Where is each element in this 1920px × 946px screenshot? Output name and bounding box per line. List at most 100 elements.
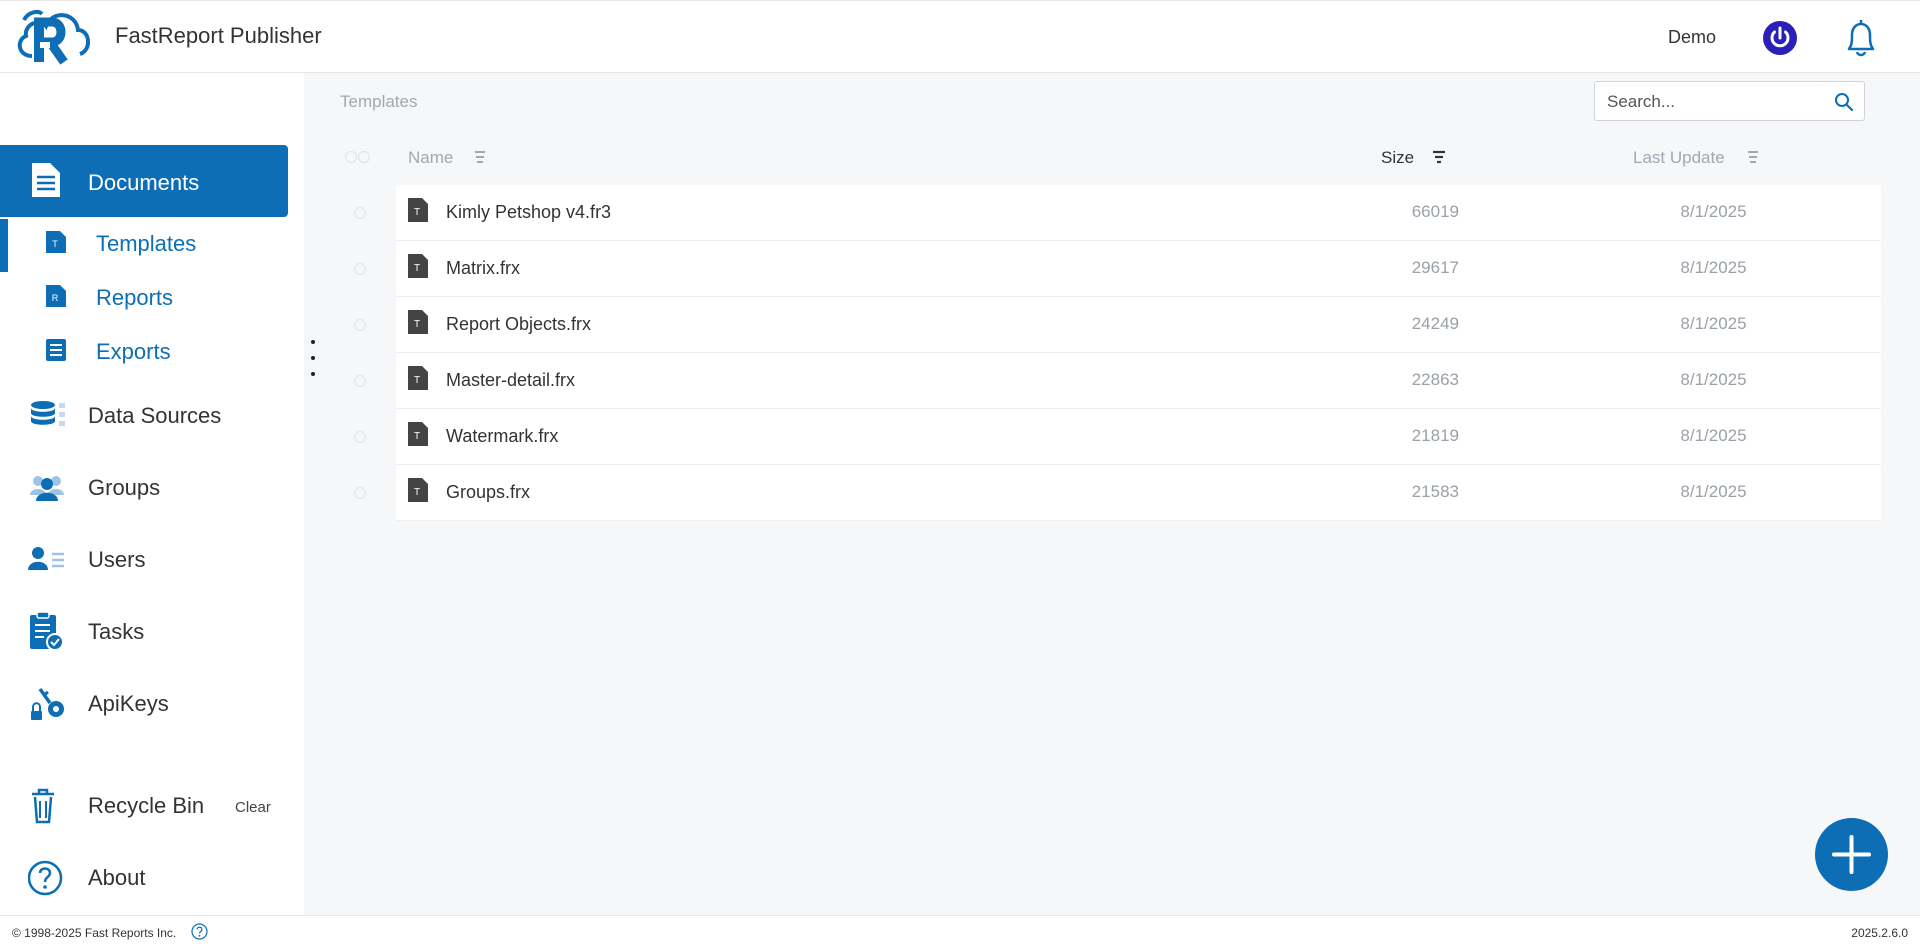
column-header-last-update[interactable]: Last Update [1633, 148, 1725, 168]
question-icon [28, 860, 63, 896]
row-checkbox[interactable] [354, 207, 366, 219]
plus-icon [1832, 835, 1871, 874]
sidebar-subitem-reports[interactable]: R Reports [0, 273, 288, 319]
recycle-bin-clear-link[interactable]: Clear [235, 799, 271, 816]
svg-text:T: T [414, 431, 420, 442]
file-table: T Kimly Petshop v4.fr3 66019 8/1/2025 T … [324, 185, 1881, 521]
copyright-text: © 1998-2025 Fast Reports Inc. [12, 926, 177, 940]
row-checkbox[interactable] [354, 319, 366, 331]
file-name[interactable]: Kimly Petshop v4.fr3 [446, 202, 611, 223]
template-file-icon: T [408, 478, 428, 502]
file-name[interactable]: Master-detail.frx [446, 370, 575, 391]
sidebar-subitem-exports[interactable]: Exports [0, 327, 288, 373]
svg-text:T: T [414, 319, 420, 330]
file-last-update: 8/1/2025 [1680, 426, 1747, 445]
row-checkbox[interactable] [354, 431, 366, 443]
file-last-update: 8/1/2025 [1680, 202, 1747, 221]
file-size: 21819 [1411, 426, 1459, 445]
sidebar-subitem-templates[interactable]: T Templates [0, 219, 288, 272]
app-header: FastReport Publisher Demo [0, 0, 1920, 73]
sidebar-subitem-label: Templates [96, 231, 197, 256]
table-row[interactable]: T Master-detail.frx 22863 8/1/2025 [324, 353, 1881, 409]
sidebar-item-data-sources[interactable]: Data Sources [0, 385, 288, 445]
table-row[interactable]: T Kimly Petshop v4.fr3 66019 8/1/2025 [324, 185, 1881, 241]
sidebar-item-label: Data Sources [88, 403, 222, 428]
template-file-icon: T [408, 254, 428, 278]
sidebar-item-groups[interactable]: Groups [0, 457, 288, 517]
sidebar-item-label: ApiKeys [88, 691, 169, 716]
power-icon[interactable] [1762, 20, 1798, 56]
file-size: 24249 [1411, 314, 1459, 333]
app-title: FastReport Publisher [115, 23, 322, 48]
file-size: 22863 [1411, 370, 1459, 389]
table-row[interactable]: T Watermark.frx 21819 8/1/2025 [324, 409, 1881, 465]
api-key-icon [31, 687, 64, 720]
sidebar-item-label: About [88, 865, 146, 890]
sidebar-item-tasks[interactable]: Tasks [0, 601, 288, 661]
search-input[interactable] [1605, 90, 1824, 114]
file-last-update: 8/1/2025 [1680, 258, 1747, 277]
template-file-icon: T [408, 422, 428, 446]
table-row[interactable]: T Groups.frx 21583 8/1/2025 [324, 465, 1881, 521]
breadcrumb: Templates [340, 92, 418, 111]
sidebar-item-users[interactable]: Users [0, 529, 288, 589]
select-all-checkbox[interactable] [344, 150, 374, 164]
table-row[interactable]: T Matrix.frx 29617 8/1/2025 [324, 241, 1881, 297]
table-row[interactable]: T Report Objects.frx 24249 8/1/2025 [324, 297, 1881, 353]
sort-icon[interactable] [1746, 150, 1760, 164]
list-icon [46, 339, 66, 361]
svg-text:T: T [414, 487, 420, 498]
file-name[interactable]: Report Objects.frx [446, 314, 591, 335]
file-name[interactable]: Watermark.frx [446, 426, 558, 447]
template-file-icon: T [408, 366, 428, 390]
sidebar-item-about[interactable]: About [0, 847, 288, 907]
column-header-name[interactable]: Name [408, 148, 453, 168]
help-icon[interactable] [191, 923, 208, 940]
sidebar-item-label: Tasks [88, 619, 145, 644]
report-file-icon: R [46, 285, 66, 307]
row-checkbox[interactable] [354, 263, 366, 275]
users-icon [28, 547, 64, 570]
sidebar-item-label: Users [88, 547, 146, 572]
template-file-icon: T [408, 198, 428, 222]
file-name[interactable]: Groups.frx [446, 482, 530, 503]
row-checkbox[interactable] [354, 375, 366, 387]
sort-icon[interactable] [473, 150, 487, 164]
file-size: 21583 [1411, 482, 1459, 501]
template-file-icon: T [408, 310, 428, 334]
svg-text:R: R [52, 293, 59, 303]
sidebar-item-label: Recycle Bin [88, 793, 205, 818]
file-last-update: 8/1/2025 [1680, 370, 1747, 389]
document-icon [32, 163, 60, 197]
svg-text:T: T [414, 207, 420, 218]
sidebar: Documents T Templates R Reports Exports [0, 73, 304, 915]
sort-descending-icon[interactable] [1432, 150, 1446, 164]
user-name[interactable]: Demo [1668, 27, 1716, 48]
file-last-update: 8/1/2025 [1680, 314, 1747, 333]
template-file-icon: T [46, 231, 66, 253]
file-size: 66019 [1411, 202, 1459, 221]
row-checkbox[interactable] [354, 487, 366, 499]
search-box [1594, 81, 1865, 121]
tasks-icon [30, 611, 64, 651]
file-name[interactable]: Matrix.frx [446, 258, 520, 279]
sidebar-resize-handle[interactable] [308, 340, 318, 386]
sidebar-item-apikeys[interactable]: ApiKeys [0, 673, 288, 733]
file-last-update: 8/1/2025 [1680, 482, 1747, 501]
database-icon [31, 401, 65, 426]
fastreport-logo[interactable] [14, 6, 94, 70]
footer: © 1998-2025 Fast Reports Inc. 2025.2.6.0 [0, 915, 1920, 946]
sidebar-item-label: Documents [88, 170, 200, 195]
notifications-bell-icon[interactable] [1841, 17, 1881, 59]
sidebar-subitem-label: Exports [96, 339, 171, 364]
sidebar-item-documents[interactable]: Documents [0, 145, 288, 217]
column-header-size[interactable]: Size [1381, 148, 1414, 168]
add-button[interactable] [1815, 818, 1888, 891]
version-text: 2025.2.6.0 [1851, 926, 1908, 940]
search-icon[interactable] [1834, 92, 1854, 112]
svg-text:T: T [52, 239, 58, 249]
file-size: 29617 [1411, 258, 1459, 277]
groups-icon [30, 476, 64, 501]
svg-text:T: T [414, 375, 420, 386]
trash-icon [32, 788, 54, 824]
